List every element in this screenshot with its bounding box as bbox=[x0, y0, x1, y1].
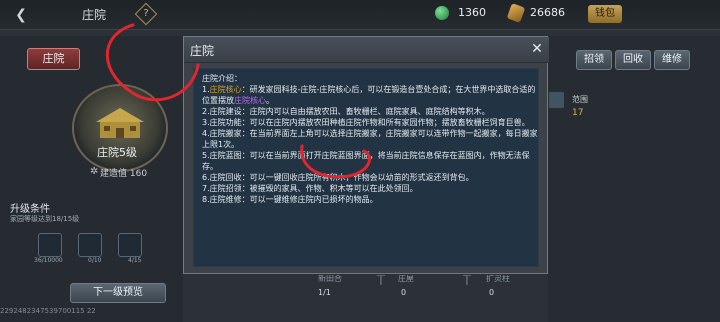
manor-info-dialog: 庄院 ✕ 庄院介绍： 1.庄院核心：研发家园科技-庄院-庄院核心后，可以在锻造台… bbox=[183, 36, 549, 274]
wallet-button[interactable]: 钱包 bbox=[588, 5, 622, 23]
range-value: 17 bbox=[572, 108, 584, 118]
pillar-icon: ⍑ bbox=[462, 273, 472, 289]
coin-icon bbox=[506, 3, 526, 23]
stat-label-1: 新田合 bbox=[318, 274, 342, 283]
intro-line: 庄院介绍： bbox=[202, 74, 242, 83]
lamp-icon: ⍑ bbox=[376, 273, 386, 289]
next-level-preview-button[interactable]: 下一级预览 bbox=[70, 283, 166, 303]
info-line-8: 8.庄院维修：可以一键维修庄院内已损坏的物品。 bbox=[202, 195, 378, 204]
footer-id: 2292482347539700115 22 bbox=[0, 307, 96, 315]
dialog-content: 庄院介绍： 1.庄院核心：研发家园科技-庄院-庄院核心后，可以在锻造台壹处合成；… bbox=[193, 68, 539, 267]
manor-level-label: 庄院5级 bbox=[97, 146, 137, 159]
item-count-3: 4/15 bbox=[128, 257, 142, 264]
coin-value: 26686 bbox=[530, 6, 565, 19]
item-gold-icon[interactable] bbox=[38, 233, 62, 257]
tab-manor[interactable]: 庄院 bbox=[27, 48, 80, 70]
item-count-1: 36/10000 bbox=[34, 257, 63, 264]
help-icon[interactable]: ? bbox=[134, 2, 158, 26]
range-label: 范围 bbox=[572, 95, 588, 104]
build-gear-icon: ✲ bbox=[90, 166, 99, 177]
claim-button[interactable]: 招领 bbox=[576, 50, 612, 70]
jade-icon bbox=[435, 6, 449, 20]
info-line-2: 2.庄院建设：庄院内可以自由摆放农田、畜牧栅栏、庭院家具、庭院结构等积木。 bbox=[202, 107, 490, 116]
range-icon bbox=[548, 92, 564, 108]
build-value: 建造值 160 bbox=[100, 169, 148, 179]
help-label: ? bbox=[143, 8, 149, 19]
item-green-icon[interactable] bbox=[118, 233, 142, 257]
info-line-1: 1.庄院核心：研发家园科技-庄院-庄院核心后，可以在锻造台壹处合成；在大世界中选… bbox=[202, 85, 536, 105]
stat-label-3: 扩灵柱 bbox=[486, 274, 510, 283]
dialog-text: 庄院介绍： 1.庄院核心：研发家园科技-庄院-庄院核心后，可以在锻造台壹处合成；… bbox=[202, 73, 538, 205]
page-title: 庄院 bbox=[82, 8, 107, 22]
info-line-5: 5.庄院蓝图：可以在当前界面打开庄院蓝图界面，将当前庄院信息保存在蓝图内，作物无… bbox=[202, 151, 530, 171]
left-panel bbox=[0, 36, 183, 322]
recycle-button[interactable]: 回收 bbox=[615, 50, 651, 70]
upgrade-title: 升级条件 bbox=[10, 204, 50, 215]
info-line-3: 3.庄院功能：可以在庄院内摆放农田种植庄院作物和所有家园作物；摆放畜牧栅栏饲育巨… bbox=[202, 118, 530, 127]
manor-house-icon bbox=[96, 108, 144, 138]
right-panel bbox=[548, 36, 720, 322]
upgrade-desc: 家园等级达到18/15级 bbox=[10, 215, 80, 223]
close-icon[interactable]: ✕ bbox=[530, 42, 544, 56]
item-grey-icon[interactable] bbox=[78, 233, 102, 257]
top-bar: ❮ 庄院 ? 1360 26686 钱包 bbox=[0, 0, 720, 30]
stat-value-2: 0 bbox=[401, 288, 407, 297]
item-count-2: 0/10 bbox=[88, 257, 102, 264]
stat-value-1: 1/1 bbox=[318, 288, 331, 297]
repair-button[interactable]: 维修 bbox=[654, 50, 690, 70]
info-line-4: 4.庄院搬家：在当前界面左上角可以选择庄院搬家，庄院搬家可以连带作物一起搬家，每… bbox=[202, 129, 538, 149]
jade-value: 1360 bbox=[458, 6, 486, 19]
stat-value-3: 0 bbox=[489, 288, 495, 297]
info-line-6: 6.庄院回收：可以一键回收庄院所有积木，作物会以幼苗的形式返还到背包。 bbox=[202, 173, 474, 182]
back-arrow-icon[interactable]: ❮ bbox=[12, 6, 30, 24]
info-line-7: 7.庄院招领：被摧毁的家具、作物、积木等可以在此处领回。 bbox=[202, 184, 418, 193]
dialog-header bbox=[184, 37, 549, 63]
dialog-title: 庄院 bbox=[190, 44, 215, 58]
stat-label-2: 庄屋 bbox=[398, 274, 414, 283]
